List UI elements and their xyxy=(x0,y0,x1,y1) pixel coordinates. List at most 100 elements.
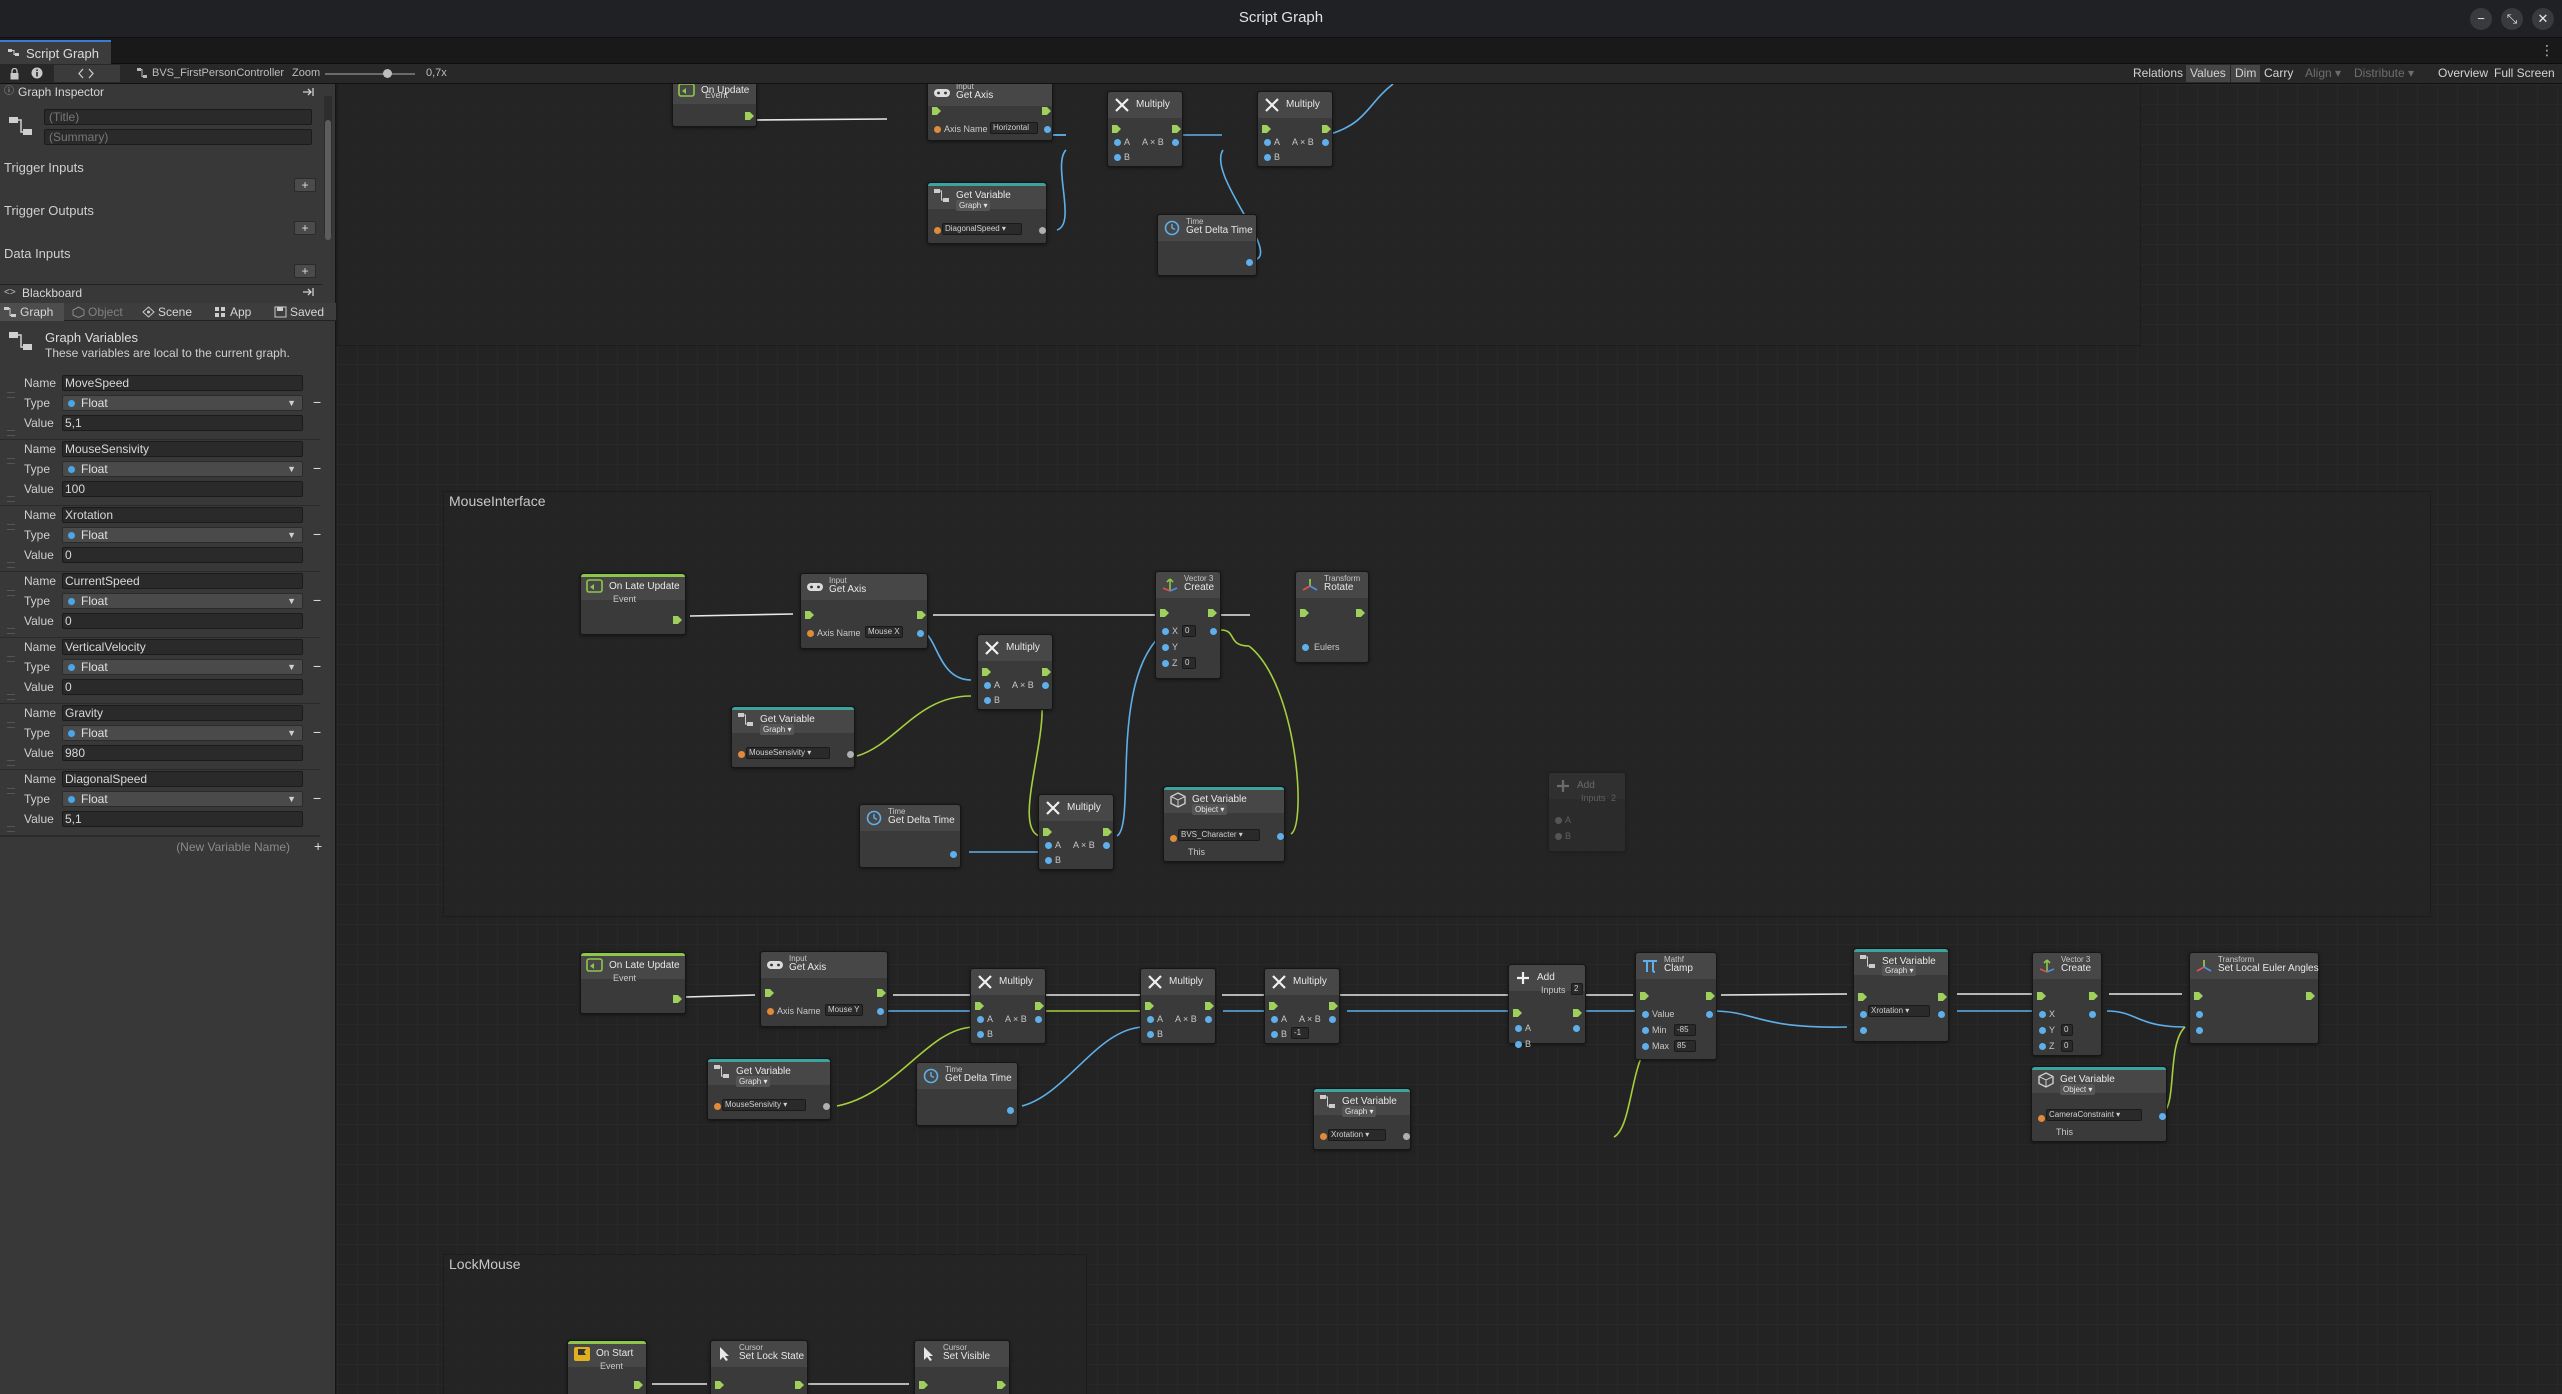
control-port[interactable] xyxy=(877,989,886,997)
graph-summary-field[interactable]: (Summary) xyxy=(44,129,312,145)
value-port[interactable] xyxy=(1277,833,1284,840)
value-port[interactable] xyxy=(950,851,957,858)
control-port[interactable] xyxy=(1145,1002,1154,1010)
drag-handle[interactable] xyxy=(7,496,15,502)
variable-name-field[interactable]: DiagonalSpeed xyxy=(62,771,303,787)
value-port[interactable] xyxy=(934,126,941,133)
align-dropdown[interactable]: Align ▾ xyxy=(2301,65,2345,82)
get-variable-node[interactable]: Get Variable Graph ▾ MouseSensivity ▾ xyxy=(707,1058,831,1120)
value-port[interactable] xyxy=(984,682,991,689)
variable-type-dropdown[interactable]: Float ▼ xyxy=(62,791,303,807)
control-port[interactable] xyxy=(919,1381,928,1389)
port-value-field[interactable]: -85 xyxy=(1674,1024,1696,1036)
control-port[interactable] xyxy=(1938,993,1947,1001)
control-port[interactable] xyxy=(1269,1002,1278,1010)
control-port[interactable] xyxy=(917,611,926,619)
variable-type-dropdown[interactable]: Float ▼ xyxy=(62,395,303,411)
control-port[interactable] xyxy=(932,107,941,115)
get-variable-node[interactable]: Get Variable Graph ▾ MouseSensivity ▾ xyxy=(731,706,855,768)
value-port[interactable] xyxy=(984,697,991,704)
control-port[interactable] xyxy=(1513,1009,1522,1017)
value-port[interactable] xyxy=(823,1103,830,1110)
tab-script-graph[interactable]: Script Graph xyxy=(0,40,111,64)
value-port[interactable] xyxy=(1103,842,1110,849)
value-port[interactable] xyxy=(2159,1113,2166,1120)
variable-name-field[interactable]: Xrotation xyxy=(62,507,303,523)
remove-variable-button[interactable]: − xyxy=(313,460,321,476)
control-port[interactable] xyxy=(1322,125,1331,133)
multiply-node[interactable]: Multiply A A × B B xyxy=(977,634,1053,710)
scope-dropdown[interactable]: Object ▾ xyxy=(1192,804,1228,815)
value-port[interactable] xyxy=(1210,628,1217,635)
value-port[interactable] xyxy=(2089,1011,2096,1018)
drag-handle[interactable] xyxy=(7,760,15,766)
value-port[interactable] xyxy=(1706,1011,1713,1018)
port-value-field[interactable]: 2 xyxy=(1571,983,1583,995)
value-port[interactable] xyxy=(847,751,854,758)
graph-title-field[interactable]: (Title) xyxy=(44,109,312,125)
control-port[interactable] xyxy=(1640,992,1649,1000)
value-port[interactable] xyxy=(1035,1016,1042,1023)
variable-type-dropdown[interactable]: Float ▼ xyxy=(62,725,303,741)
value-port[interactable] xyxy=(1322,139,1329,146)
value-port[interactable] xyxy=(1162,644,1169,651)
variable-name-field[interactable]: CurrentSpeed xyxy=(62,573,303,589)
drag-handle[interactable] xyxy=(7,656,15,662)
value-port[interactable] xyxy=(1302,644,1309,651)
value-port[interactable] xyxy=(1860,1011,1867,1018)
get-axis-node[interactable]: Input Get Axis Axis Name Mouse X xyxy=(800,573,928,649)
drag-handle[interactable] xyxy=(7,722,15,728)
variable-type-dropdown[interactable]: Float ▼ xyxy=(62,593,303,609)
value-port[interactable] xyxy=(2038,1115,2045,1122)
multiply-node[interactable]: Multiply A A × B B -1 xyxy=(1264,968,1340,1044)
value-port[interactable] xyxy=(977,1016,984,1023)
remove-variable-button[interactable]: − xyxy=(313,724,321,740)
variable-value-field[interactable]: 5,1 xyxy=(62,415,303,431)
multiply-node[interactable]: Multiply A A × B B xyxy=(1107,91,1183,167)
scope-dropdown[interactable]: Graph ▾ xyxy=(736,1076,771,1087)
transform-rotate-node[interactable]: Transform Rotate Eulers xyxy=(1295,571,1369,663)
value-port[interactable] xyxy=(1555,817,1562,824)
control-port[interactable] xyxy=(1706,992,1715,1000)
get-axis-node[interactable]: Input Get Axis Axis Name Mouse Y xyxy=(760,951,888,1027)
carry-button[interactable]: Carry xyxy=(2260,65,2297,82)
control-port[interactable] xyxy=(715,1381,724,1389)
control-port[interactable] xyxy=(765,989,774,997)
zoom-slider-knob[interactable] xyxy=(383,69,392,78)
drag-handle[interactable] xyxy=(7,392,15,398)
value-port[interactable] xyxy=(1555,833,1562,840)
get-variable-node[interactable]: Get Variable Graph ▾ DiagonalSpeed ▾ xyxy=(927,182,1047,244)
value-port[interactable] xyxy=(1147,1031,1154,1038)
value-port[interactable] xyxy=(1246,259,1253,266)
tab-scene[interactable]: Scene xyxy=(138,303,192,321)
drag-handle[interactable] xyxy=(7,562,15,568)
port-value-field[interactable]: 85 xyxy=(1674,1040,1696,1052)
control-port[interactable] xyxy=(1858,993,1867,1001)
value-port[interactable] xyxy=(1162,628,1169,635)
drag-handle[interactable] xyxy=(7,788,15,794)
value-port[interactable] xyxy=(1147,1016,1154,1023)
set-lock-state-node[interactable]: Cursor Set Lock State xyxy=(710,1340,808,1394)
value-port[interactable] xyxy=(917,630,924,637)
control-port[interactable] xyxy=(805,611,814,619)
scope-dropdown[interactable]: Graph ▾ xyxy=(760,724,795,735)
values-button[interactable]: Values xyxy=(2186,65,2230,82)
value-port[interactable] xyxy=(1642,1027,1649,1034)
value-port[interactable] xyxy=(2196,1011,2203,1018)
dim-button[interactable]: Dim xyxy=(2231,65,2261,82)
value-port[interactable] xyxy=(2039,1011,2046,1018)
multiply-node[interactable]: Multiply A A × B B xyxy=(1140,968,1216,1044)
control-port[interactable] xyxy=(634,1381,643,1389)
control-port[interactable] xyxy=(673,995,682,1003)
value-port[interactable] xyxy=(1573,1025,1580,1032)
value-port[interactable] xyxy=(1320,1133,1327,1140)
tab-graph[interactable]: Graph xyxy=(0,303,64,321)
port-value-field[interactable]: BVS_Character ▾ xyxy=(1178,829,1260,841)
get-variable-node[interactable]: Get Variable Graph ▾ Xrotation ▾ xyxy=(1313,1088,1411,1150)
control-port[interactable] xyxy=(1573,1009,1582,1017)
drag-handle[interactable] xyxy=(7,590,15,596)
get-variable-node[interactable]: Get Variable Object ▾ CameraConstraint ▾ Th… xyxy=(2031,1066,2167,1142)
control-port[interactable] xyxy=(795,1381,804,1389)
scope-dropdown[interactable]: Object ▾ xyxy=(2060,1084,2096,1095)
remove-variable-button[interactable]: − xyxy=(313,790,321,806)
